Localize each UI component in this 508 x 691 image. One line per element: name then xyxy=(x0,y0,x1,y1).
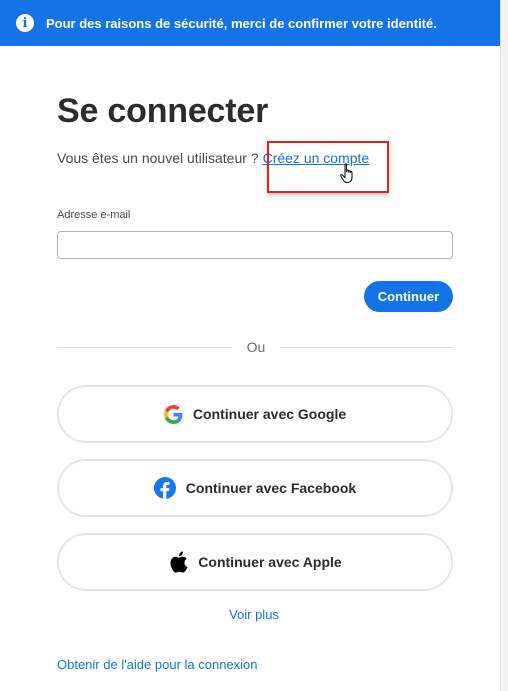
hand-cursor-icon xyxy=(340,163,353,184)
security-banner: i Pour des raisons de sécurité, merci de… xyxy=(0,0,500,46)
facebook-signin-button[interactable]: Continuer avec Facebook xyxy=(57,459,453,517)
google-button-label: Continuer avec Google xyxy=(192,406,347,422)
divider-text: Ou xyxy=(246,339,266,355)
apple-signin-button[interactable]: Continuer avec Apple xyxy=(57,533,453,591)
page-title: Se connecter xyxy=(57,92,269,130)
google-icon xyxy=(163,404,183,424)
highlight-box xyxy=(267,141,389,193)
info-icon: i xyxy=(16,14,34,32)
signin-help-link[interactable]: Obtenir de l'aide pour la connexion xyxy=(57,657,258,672)
new-user-text: Vous êtes un nouvel utilisateur ? xyxy=(57,150,259,166)
new-user-prompt: Vous êtes un nouvel utilisateur ? Créez u… xyxy=(57,150,369,166)
divider-right xyxy=(280,347,453,348)
email-label: Adresse e-mail xyxy=(57,209,131,221)
apple-button-label: Continuer avec Apple xyxy=(198,554,342,570)
banner-message: Pour des raisons de sécurité, merci de c… xyxy=(46,15,437,31)
email-input[interactable] xyxy=(57,231,453,259)
facebook-icon xyxy=(153,477,176,499)
continue-button[interactable]: Continuer xyxy=(364,281,453,312)
google-signin-button[interactable]: Continuer avec Google xyxy=(57,385,453,443)
apple-icon xyxy=(168,550,188,574)
see-more-link[interactable]: Voir plus xyxy=(0,607,508,622)
window-edge xyxy=(500,0,508,691)
divider-left xyxy=(57,347,232,348)
facebook-button-label: Continuer avec Facebook xyxy=(185,480,357,496)
